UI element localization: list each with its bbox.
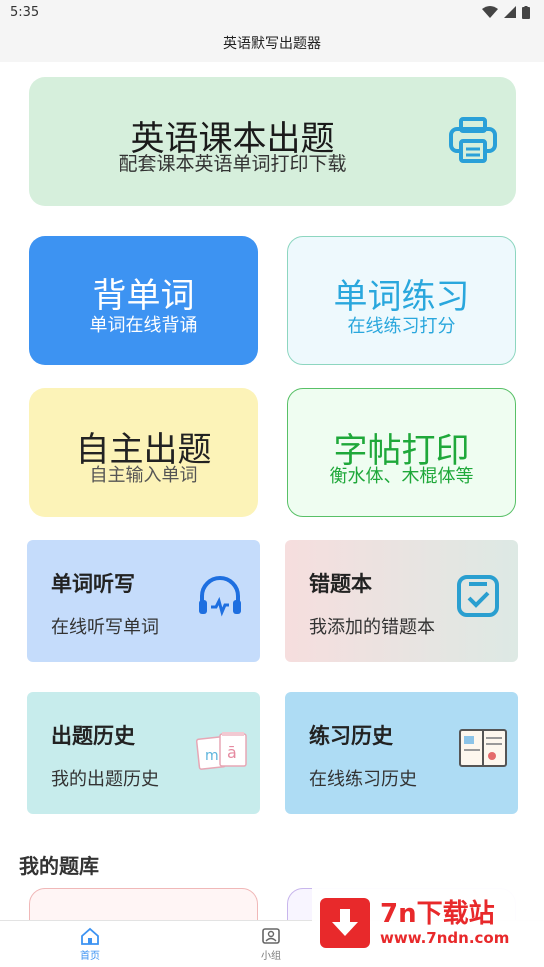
- watermark-url: www.7ndn.com: [380, 929, 510, 947]
- question-history-card[interactable]: 出题历史 我的出题历史 m ā: [27, 692, 260, 814]
- svg-text:m: m: [205, 748, 219, 764]
- card-subtitle: 单词在线背诵: [89, 315, 198, 336]
- card-subtitle: 我添加的错题本: [309, 617, 435, 638]
- home-icon: [81, 927, 99, 945]
- card-title: 错题本: [309, 572, 372, 596]
- printer-icon: [449, 117, 497, 163]
- card-subtitle: 在线听写单词: [51, 617, 159, 638]
- card-subtitle: 在线练习打分: [347, 316, 456, 337]
- practice-history-card[interactable]: 练习历史 在线练习历史: [285, 692, 518, 814]
- card-title: 背单词: [92, 276, 195, 316]
- word-dictation-card[interactable]: 单词听写 在线听写单词: [27, 540, 260, 662]
- wrong-questions-card[interactable]: 错题本 我添加的错题本: [285, 540, 518, 662]
- card-subtitle: 配套课本英语单词打印下载: [118, 153, 347, 175]
- notebook-icon: [459, 729, 507, 767]
- download-icon: [320, 898, 370, 948]
- headphones-icon: [199, 576, 241, 617]
- battery-icon: [522, 5, 530, 19]
- svg-text:ā: ā: [227, 743, 237, 762]
- card-subtitle: 衡水体、木棍体等: [329, 466, 474, 487]
- checkbox-icon: [457, 575, 499, 617]
- status-icons: [482, 5, 530, 19]
- status-time: 5:35: [10, 4, 40, 20]
- app-bar: 英语默写出题器: [0, 24, 544, 62]
- wifi-icon: [482, 6, 498, 18]
- self-questions-card[interactable]: 自主出题 自主输入单词: [29, 388, 258, 517]
- card-title: 练习历史: [309, 724, 393, 748]
- memorize-words-card[interactable]: 背单词 单词在线背诵: [29, 236, 258, 365]
- textbook-print-card[interactable]: 英语课本出题 配套课本英语单词打印下载: [29, 77, 516, 206]
- nav-home-label: 首页: [80, 951, 100, 962]
- nav-group-label: 小组: [261, 951, 281, 962]
- letter-cards-icon: m ā: [196, 732, 247, 770]
- watermark-name: 7n下载站: [380, 899, 495, 929]
- card-subtitle: 我的出题历史: [51, 769, 159, 790]
- card-subtitle: 自主输入单词: [89, 465, 198, 486]
- word-practice-card[interactable]: 单词练习 在线练习打分: [287, 236, 516, 365]
- signal-icon: [504, 6, 516, 18]
- copybook-print-card[interactable]: 字帖打印 衡水体、木棍体等: [287, 388, 516, 517]
- nav-group-tab[interactable]: 小组: [241, 927, 301, 962]
- my-question-bank-heading: 我的题库: [19, 854, 99, 878]
- nav-home-tab[interactable]: 首页: [60, 927, 120, 962]
- card-title: 出题历史: [51, 724, 135, 748]
- group-icon: [262, 928, 280, 944]
- card-title: 单词练习: [333, 277, 470, 317]
- card-title: 单词听写: [51, 572, 135, 596]
- watermark: 7n下载站 www.7ndn.com: [312, 888, 544, 958]
- card-subtitle: 在线练习历史: [309, 769, 417, 790]
- app-title: 英语默写出题器: [223, 36, 321, 52]
- status-bar: 5:35: [0, 0, 544, 24]
